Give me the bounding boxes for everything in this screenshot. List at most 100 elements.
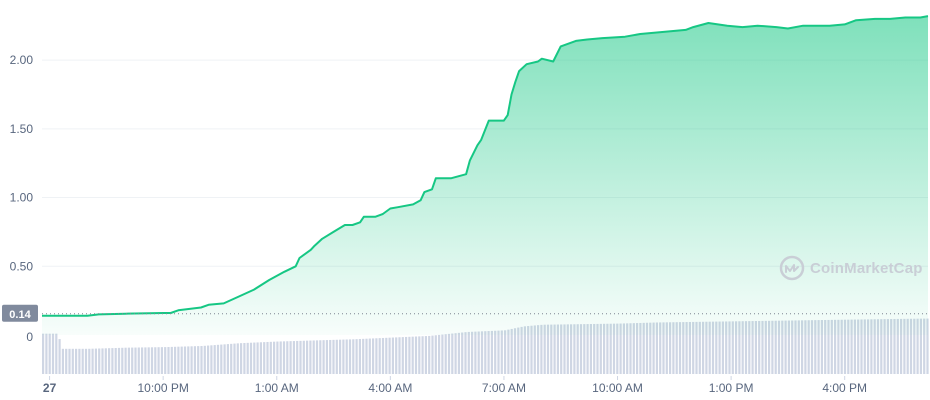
volume-bar — [279, 341, 282, 374]
volume-bar — [339, 339, 342, 374]
volume-bar — [197, 346, 200, 374]
volume-bar — [414, 336, 418, 374]
volume-bar — [312, 340, 315, 374]
volume-bar — [282, 341, 286, 374]
volume-bar — [309, 340, 312, 374]
volume-bar — [421, 336, 424, 374]
volume-bar — [183, 346, 187, 374]
volume-bar — [441, 334, 444, 374]
volume-bar — [108, 348, 111, 374]
volume-bar — [213, 345, 216, 374]
volume-bar — [137, 347, 140, 374]
volume-bar — [150, 347, 154, 374]
volume-bar — [88, 348, 91, 374]
chart-canvas[interactable]: 0.14 2.00 1.50 1.00 0.50 0 27 10:00 PM 1:00 AM… — [0, 0, 930, 400]
volume-bar — [513, 328, 517, 374]
y-tick-label: 2.00 — [10, 53, 34, 67]
volume-bar — [253, 342, 256, 374]
volume-bar — [104, 348, 107, 374]
volume-bar — [98, 348, 101, 374]
volume-bar — [154, 347, 157, 374]
volume-bar — [243, 343, 246, 374]
volume-bar — [418, 336, 421, 374]
volume-bar — [461, 332, 464, 374]
volume-bar — [164, 347, 167, 374]
volume-bar — [319, 340, 322, 374]
volume-bar — [160, 347, 163, 374]
volume-bar — [101, 348, 104, 374]
price-area — [42, 16, 928, 335]
volume-bar — [216, 344, 220, 374]
volume-bar — [249, 342, 253, 374]
volume-bar — [127, 347, 130, 374]
volume-bar — [484, 331, 487, 374]
volume-bar — [246, 342, 249, 374]
x-tick-label: 10:00 AM — [592, 381, 643, 395]
volume-bar — [471, 331, 474, 374]
volume-bar — [269, 341, 272, 374]
volume-bar — [223, 344, 226, 374]
volume-bar — [431, 335, 434, 374]
volume-bar — [286, 341, 289, 374]
volume-bar — [170, 346, 173, 374]
volume-bar — [193, 346, 196, 374]
x-tick-label: 4:00 PM — [822, 381, 867, 395]
volume-bar — [141, 347, 144, 374]
volume-bar — [147, 347, 150, 374]
x-tick-label: 4:00 AM — [368, 381, 412, 395]
volume-bar — [322, 340, 325, 374]
volume-bar — [65, 348, 68, 374]
volume-bar — [477, 331, 480, 374]
volume-bar — [174, 346, 177, 374]
volume-bar — [256, 342, 259, 374]
volume-bar — [220, 344, 223, 374]
volume-bar — [454, 333, 457, 374]
volume-bar — [203, 345, 206, 374]
volume-bar — [487, 331, 490, 374]
volume-bar — [315, 340, 319, 374]
volume-bar — [263, 342, 266, 374]
volume-bar — [266, 341, 269, 374]
volume-bar — [358, 338, 361, 374]
volume-bar — [375, 338, 378, 374]
y-tick-label: 1.00 — [10, 191, 34, 205]
volume-bar — [385, 337, 388, 374]
volume-bar — [51, 333, 55, 374]
price-area-fill — [42, 16, 928, 335]
volume-bar — [378, 338, 381, 374]
volume-bar — [368, 338, 371, 374]
volume-bar — [405, 336, 408, 374]
volume-bar — [388, 337, 391, 374]
watermark-text: CoinMarketCap — [810, 260, 923, 277]
volume-bar — [408, 336, 411, 374]
volume-bar — [428, 335, 431, 374]
volume-bar — [451, 333, 454, 374]
volume-bar — [111, 348, 114, 374]
volume-bar — [78, 348, 81, 374]
volume-bar — [117, 347, 121, 374]
volume-bar — [329, 339, 332, 374]
volume-bar — [71, 348, 74, 374]
volume-bar — [500, 330, 503, 374]
volume-bar — [299, 340, 302, 374]
volume-bar — [474, 331, 477, 374]
x-tick-label: 7:00 AM — [482, 381, 526, 395]
volume-bar — [464, 332, 467, 374]
volume-bar — [395, 337, 398, 374]
volume-bar — [180, 346, 183, 374]
current-price-label: 0.14 — [9, 309, 31, 321]
volume-bar — [81, 348, 84, 374]
y-axis-ticks: 2.00 1.50 1.00 0.50 0 — [10, 53, 34, 344]
volume-bar — [438, 334, 441, 374]
price-chart[interactable]: 0.14 2.00 1.50 1.00 0.50 0 27 10:00 PM 1:00 AM… — [0, 0, 930, 400]
volume-bar — [411, 336, 414, 374]
volume-bar — [447, 333, 451, 374]
volume-bar — [233, 343, 236, 374]
volume-bar — [381, 337, 385, 374]
volume-bar — [226, 344, 229, 374]
volume-bar — [167, 346, 170, 374]
volume-bar — [273, 341, 276, 374]
volume-bar — [372, 338, 375, 374]
volume-bar — [190, 346, 193, 374]
volume-bar — [504, 330, 507, 374]
